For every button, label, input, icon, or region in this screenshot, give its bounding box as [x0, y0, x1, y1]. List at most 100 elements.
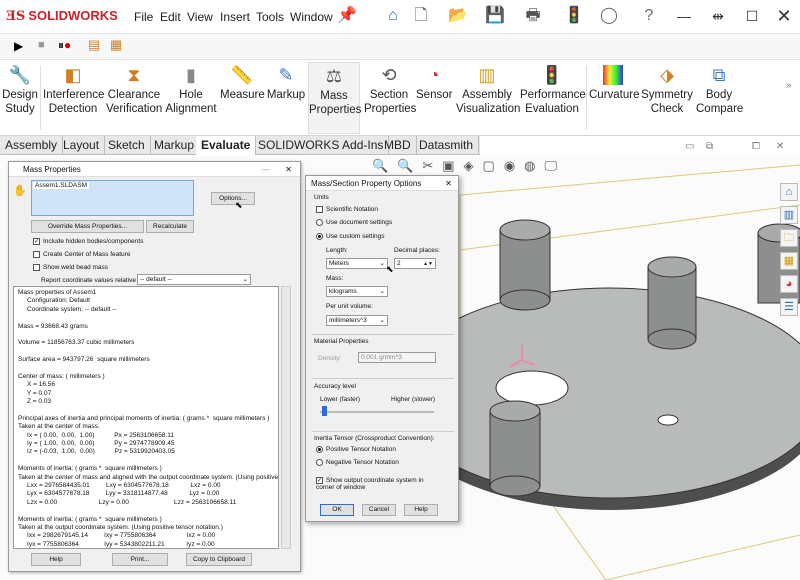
task-appearance-icon[interactable]: ◕ [780, 275, 798, 293]
mass-select[interactable]: kilograms ⌄ [326, 286, 388, 297]
menu-window[interactable]: Window [290, 10, 333, 24]
scientific-notation-checkbox[interactable]: Scientific Notation [316, 206, 378, 213]
per-volume-select[interactable]: millimeters^3 ⌄ [326, 315, 388, 326]
results-text[interactable]: Mass properties of Assem1 Configuration:… [13, 286, 279, 549]
checkbox-checked[interactable] [33, 238, 40, 245]
checkbox[interactable] [33, 251, 40, 258]
recalculate-button[interactable]: Recalculate [146, 220, 194, 233]
markup-button[interactable]: ✎ Markup [266, 62, 306, 134]
accuracy-slider-thumb[interactable] [322, 406, 327, 416]
accuracy-slider[interactable] [320, 411, 434, 413]
close-icon[interactable]: ✕ [285, 162, 292, 177]
use-document-settings-radio[interactable]: Use document settings [316, 219, 392, 226]
pause-record-icon[interactable]: ⏸● [58, 38, 71, 53]
assembly-visualization-button[interactable]: ▥ Assembly Visualization [456, 62, 520, 134]
cancel-button[interactable]: Cancel [362, 504, 396, 516]
menu-insert[interactable]: Insert [220, 10, 250, 24]
split-icon[interactable]: ⇹ [706, 6, 730, 26]
task-folder-icon[interactable]: 🗀 [780, 229, 798, 247]
measure-button[interactable]: 📏 Measure [220, 62, 265, 134]
tab-mbd[interactable]: MBD [379, 136, 417, 155]
minimize-icon[interactable]: — [672, 6, 696, 26]
ribbon-more-icon[interactable]: » [786, 80, 792, 91]
radio-selected[interactable] [316, 233, 323, 240]
sensor-button[interactable]: ◔ Sensor [416, 62, 452, 134]
home-icon[interactable]: ⌂ [382, 6, 404, 26]
checkbox-checked[interactable] [316, 477, 323, 484]
symmetry-check-button[interactable]: ⬗ Symmetry Check [640, 62, 694, 134]
curvature-button[interactable]: Curvature [589, 62, 640, 134]
options-button[interactable]: Options... [211, 192, 255, 205]
radio-selected[interactable] [316, 446, 323, 453]
help-button[interactable]: Help [31, 553, 81, 566]
minimize-icon[interactable]: — [262, 162, 270, 177]
spin-icon[interactable]: ▲▼ [423, 259, 435, 269]
task-home-icon[interactable]: ⌂ [780, 183, 798, 201]
clearance-verification-button[interactable]: ⧗ Clearance Verification [106, 62, 162, 134]
selected-item[interactable]: Assem1.SLDASM [33, 182, 90, 189]
task-properties-icon[interactable]: ☰ [780, 298, 798, 316]
tab-addins[interactable]: SOLIDWORKS Add-Ins [253, 136, 390, 155]
use-custom-settings-radio[interactable]: Use custom settings [316, 233, 385, 240]
create-com-checkbox[interactable]: Create Center of Mass feature [33, 251, 130, 258]
tab-sketch[interactable]: Sketch [103, 136, 151, 155]
checkbox[interactable] [33, 264, 40, 271]
user-icon[interactable]: ◯ [598, 6, 620, 26]
viewport-close-icon[interactable]: ✕ [776, 141, 784, 152]
show-weld-checkbox[interactable]: Show weld bead mass [33, 264, 108, 271]
tab-datasmith[interactable]: Datasmith [414, 136, 480, 155]
help-icon[interactable]: ? [638, 6, 660, 26]
decimal-places-stepper[interactable]: 2 ▲▼ [394, 258, 436, 269]
tab-markup[interactable]: Markup [149, 136, 201, 155]
length-select[interactable]: Meters ⌄ [326, 258, 388, 269]
menu-tools[interactable]: Tools [256, 10, 284, 24]
tab-evaluate[interactable]: Evaluate [196, 136, 257, 155]
play-icon[interactable]: ▶ [14, 39, 23, 53]
selection-box[interactable]: Assem1.SLDASM [31, 180, 194, 216]
rebuild-icon[interactable]: 🚦 [563, 6, 585, 26]
tab-assembly[interactable]: Assembly [0, 136, 64, 155]
copy-clipboard-button[interactable]: Copy to Clipboard [186, 553, 252, 566]
body-compare-button[interactable]: ⧉ Body Compare [696, 62, 743, 134]
stop-icon[interactable]: ■ [38, 39, 45, 51]
task-library-icon[interactable]: ▥ [780, 206, 798, 224]
results-scrollbar[interactable] [281, 286, 291, 549]
close-icon[interactable]: ✕ [445, 176, 452, 191]
override-mass-button[interactable]: Override Mass Properties... [31, 220, 144, 233]
ok-button[interactable]: OK [320, 504, 354, 516]
macro-edit-icon[interactable]: ▤ [88, 37, 100, 53]
macro-new-icon[interactable]: ▦ [110, 37, 122, 53]
show-output-coordinate-checkbox[interactable]: Show output coordinate system in corner … [316, 477, 436, 491]
close-icon[interactable]: ✕ [772, 6, 796, 26]
design-study-button[interactable]: 🔧 Design Study [2, 62, 38, 134]
menu-edit[interactable]: Edit [160, 10, 181, 24]
print-button[interactable]: Print... [112, 553, 168, 566]
negative-tensor-radio[interactable]: Negative Tensor Notation [316, 459, 399, 466]
menu-file[interactable]: File [134, 10, 153, 24]
open-icon[interactable]: 📂 [447, 6, 469, 26]
viewport-split-icon[interactable]: ⧉ [706, 141, 713, 152]
radio[interactable] [316, 459, 323, 466]
save-icon[interactable]: 💾 [484, 6, 506, 26]
report-coordinate-select[interactable]: -- default -- ⌄ [137, 274, 251, 285]
viewport-restore-icon[interactable]: ⧠ [752, 141, 760, 152]
print-icon[interactable]: 🖶 [522, 6, 544, 26]
pin-icon[interactable]: 📌 [336, 6, 358, 26]
positive-tensor-radio[interactable]: Positive Tensor Notation [316, 446, 396, 453]
heads-up-toolbar[interactable]: 🔍🔍✂▣◈▢◉◍🖵 [372, 158, 566, 174]
checkbox[interactable] [316, 206, 323, 213]
include-hidden-checkbox[interactable]: Include hidden bodies/components [33, 238, 143, 245]
section-properties-button[interactable]: ⟲ Section Properties [364, 62, 416, 134]
task-palette-icon[interactable]: ▦ [780, 252, 798, 270]
menu-view[interactable]: View [187, 10, 213, 24]
tab-layout[interactable]: Layout [58, 136, 106, 155]
performance-evaluation-button[interactable]: 🚦 Performance Evaluation [520, 62, 586, 134]
viewport-minimize-icon[interactable]: ▭ [685, 141, 694, 152]
new-document-icon[interactable]: 🗋 [410, 6, 432, 26]
hole-alignment-button[interactable]: ▮ Hole Alignment [164, 62, 218, 134]
maximize-icon[interactable]: ☐ [740, 6, 764, 26]
help-button[interactable]: Help [404, 504, 438, 516]
interference-detection-button[interactable]: ◧ Interference Detection [43, 62, 104, 134]
radio[interactable] [316, 219, 323, 226]
mass-properties-button[interactable]: ⚖ Mass Properties [308, 62, 361, 134]
